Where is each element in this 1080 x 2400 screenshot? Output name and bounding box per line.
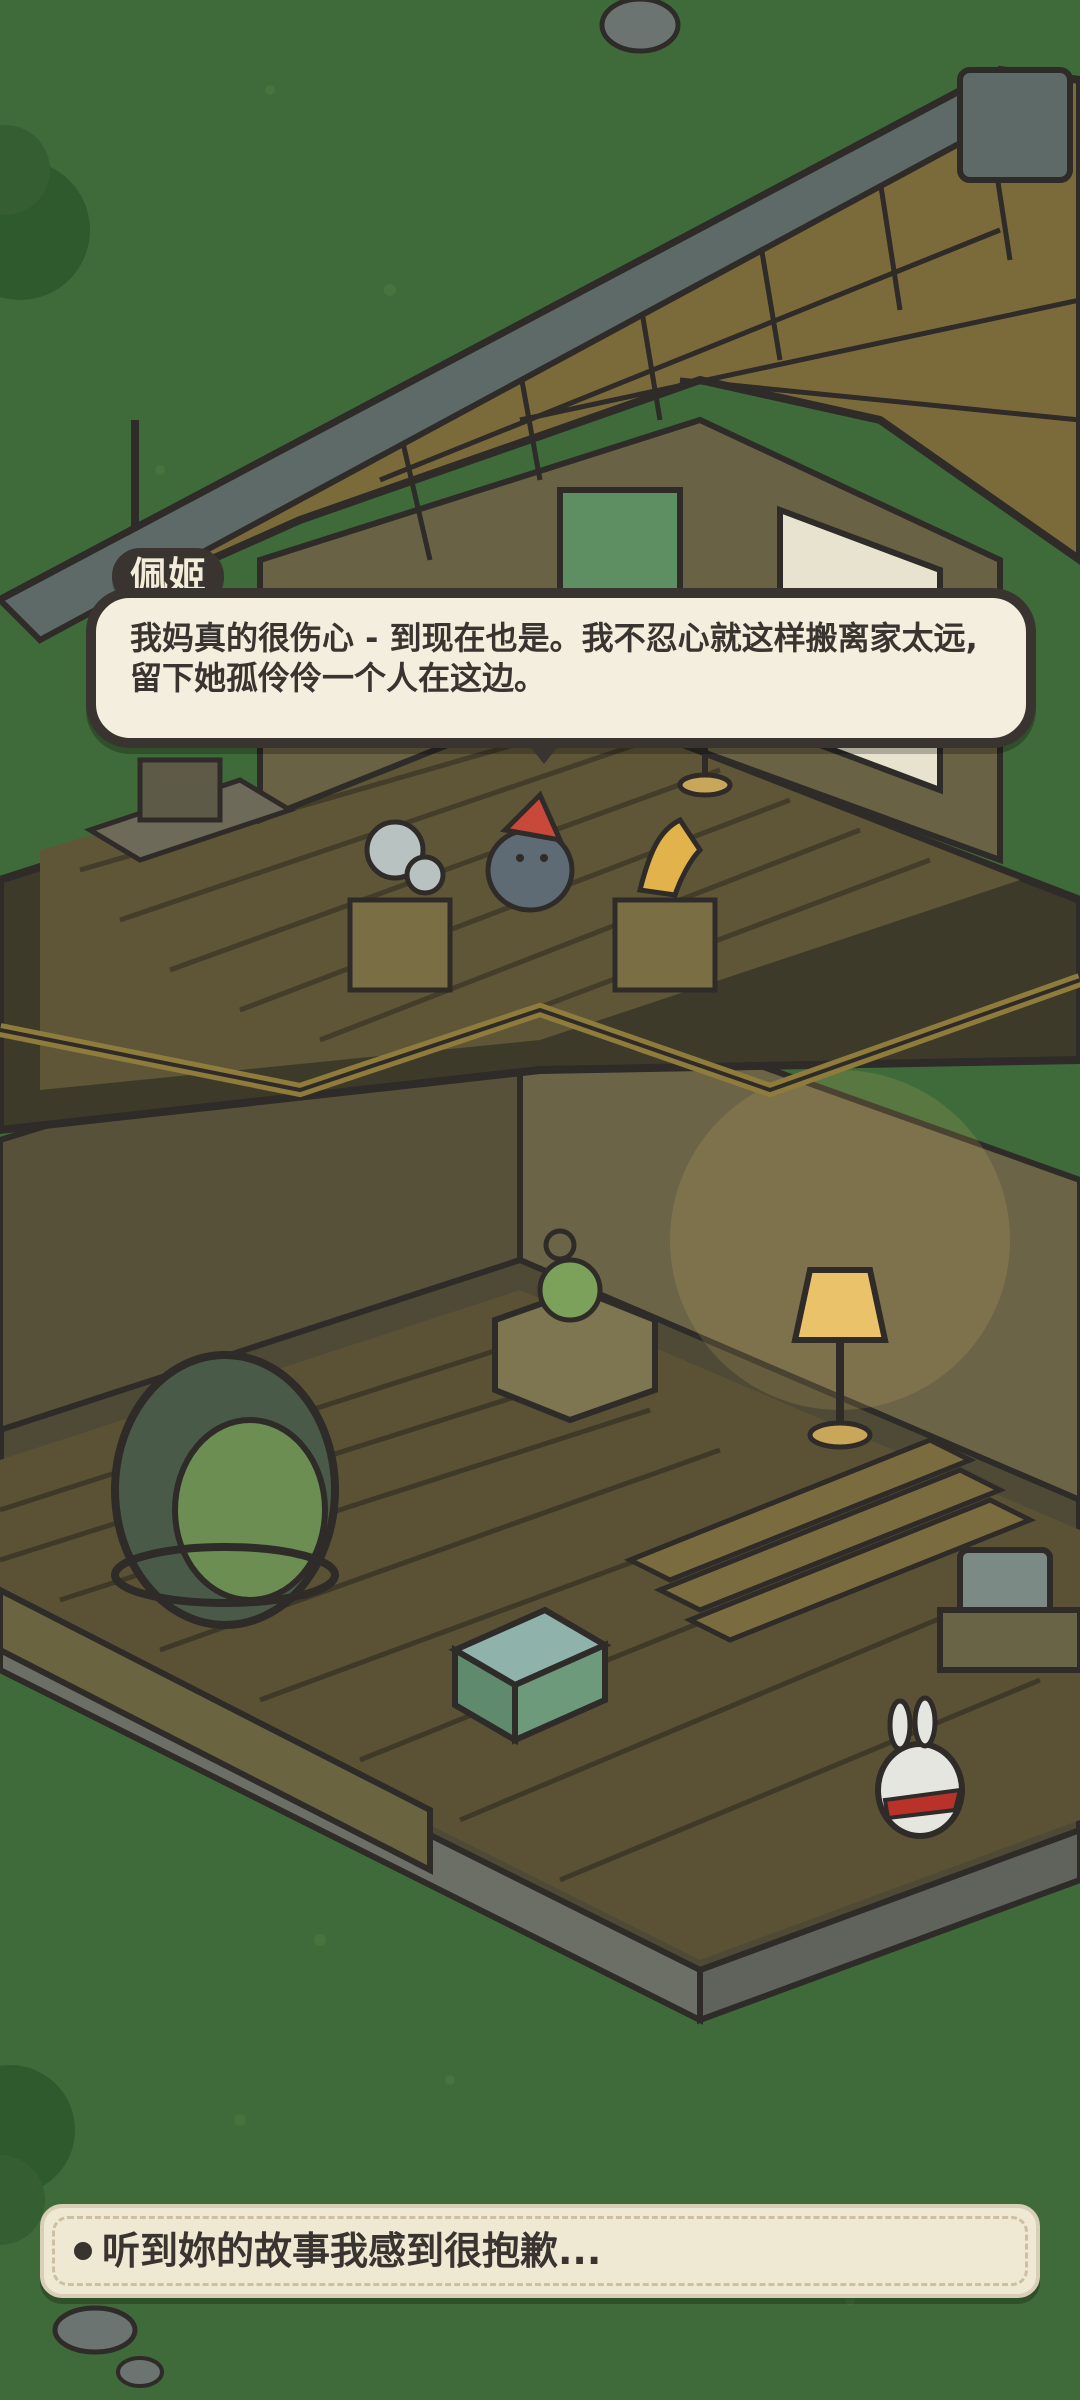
dialog-text: 我妈真的很伤心 - 到现在也是。我不忍心就这样搬离家太远, 留下她孤伶伶一个人在… — [130, 619, 978, 697]
dialog-choice-option[interactable]: 听到妳的故事我感到很抱歉... — [40, 2204, 1040, 2298]
bullet-icon — [74, 2242, 92, 2260]
rock-top — [599, 0, 681, 54]
choice-label: 听到妳的故事我感到很抱歉... — [102, 2229, 602, 2273]
rock-bottom — [52, 2305, 138, 2355]
game-scene — [0, 0, 1080, 2400]
dialog-bubble[interactable]: 我妈真的很伤心 - 到现在也是。我不忍心就这样搬离家太远, 留下她孤伶伶一个人在… — [86, 588, 1036, 764]
hanging-egg-chair — [111, 1351, 339, 1629]
